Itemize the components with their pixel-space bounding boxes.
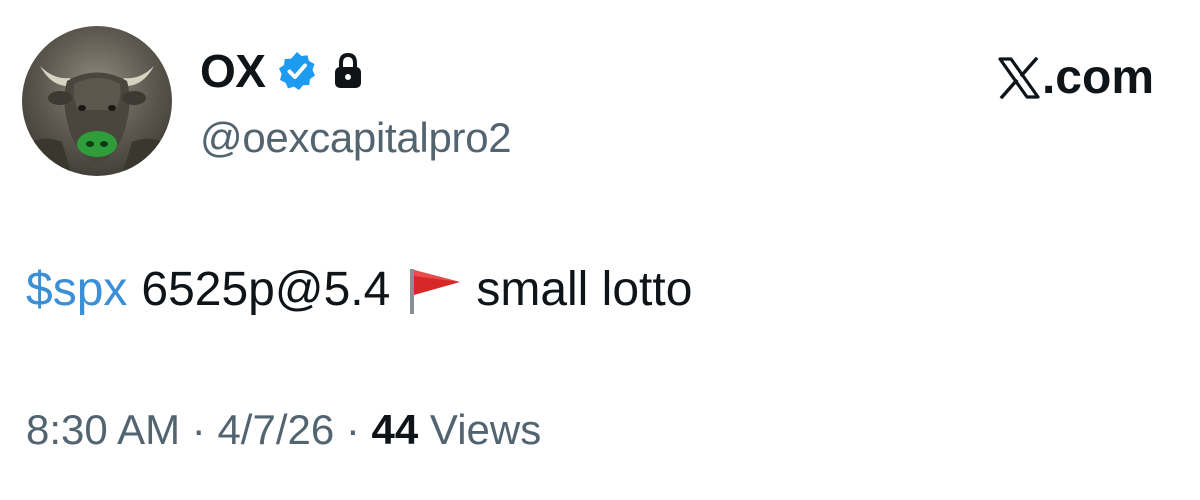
post-text: $spx 6525p@5.4 small lotto <box>26 262 692 317</box>
views-count[interactable]: 44 <box>372 406 419 453</box>
avatar[interactable] <box>22 26 172 176</box>
meta-separator: · <box>180 406 218 453</box>
user-handle[interactable]: @oexcapitalpro2 <box>200 114 512 162</box>
post-time[interactable]: 8:30 AM <box>26 406 180 453</box>
tweet-card: OX @oexcapitalpro2 .com $spx 6525p@5.4 s… <box>0 0 1200 500</box>
cashtag-link[interactable]: $spx <box>26 262 127 317</box>
brand-watermark: .com <box>998 50 1154 105</box>
author-header: OX @oexcapitalpro2 <box>200 40 512 162</box>
lock-icon <box>335 52 362 88</box>
post-text-note: small lotto <box>476 263 693 316</box>
verified-badge-icon[interactable] <box>277 51 317 91</box>
x-logo-icon <box>998 56 1040 99</box>
meta-separator: · <box>334 406 372 453</box>
post-meta: 8:30 AM · 4/7/26 · 44 Views <box>26 406 541 454</box>
post-date[interactable]: 4/7/26 <box>217 406 334 453</box>
name-row: OX <box>200 40 511 102</box>
display-name[interactable]: OX <box>200 44 266 98</box>
bull-avatar-icon <box>22 66 172 176</box>
views-label: Views <box>418 406 542 453</box>
red-triangular-flag-icon <box>410 268 461 314</box>
post-text-trade: 6525p@5.4 <box>141 263 391 316</box>
brand-domain: .com <box>1041 51 1154 104</box>
